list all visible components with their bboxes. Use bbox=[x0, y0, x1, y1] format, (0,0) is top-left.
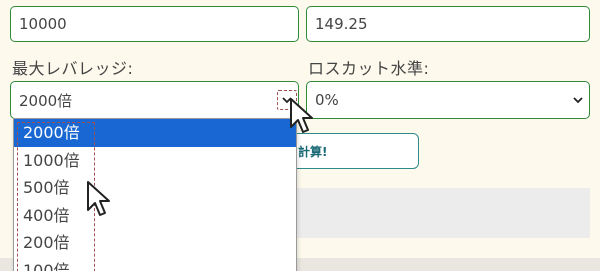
amount-input-value: 10000 bbox=[19, 15, 67, 33]
calculate-button-label: 計算! bbox=[298, 144, 328, 159]
leverage-select[interactable]: 2000倍 bbox=[10, 81, 299, 119]
losscut-label: ロスカット水準: bbox=[308, 59, 430, 78]
losscut-select-value: 0% bbox=[315, 91, 339, 109]
amount-input[interactable]: 10000 bbox=[10, 6, 299, 42]
losscut-select[interactable]: 0% bbox=[306, 81, 590, 119]
leverage-label: 最大レバレッジ: bbox=[12, 59, 134, 78]
calculate-button[interactable]: 計算! bbox=[283, 133, 419, 169]
leverage-option[interactable]: 2000倍 bbox=[14, 119, 296, 147]
leverage-option[interactable]: 400倍 bbox=[14, 202, 296, 230]
rate-input[interactable]: 149.25 bbox=[306, 6, 590, 42]
chevron-down-icon[interactable] bbox=[282, 95, 292, 105]
leverage-option[interactable]: 1000倍 bbox=[14, 147, 296, 175]
rate-input-value: 149.25 bbox=[315, 15, 368, 33]
leverage-option[interactable]: 200倍 bbox=[14, 229, 296, 257]
result-panel bbox=[296, 188, 590, 238]
leverage-dropdown-list[interactable]: 2000倍 1000倍 500倍 400倍 200倍 100倍 bbox=[13, 118, 297, 271]
chevron-down-icon[interactable] bbox=[573, 95, 583, 105]
leverage-option[interactable]: 500倍 bbox=[14, 174, 296, 202]
leverage-option[interactable]: 100倍 bbox=[14, 257, 296, 271]
leverage-select-value: 2000倍 bbox=[19, 91, 73, 110]
